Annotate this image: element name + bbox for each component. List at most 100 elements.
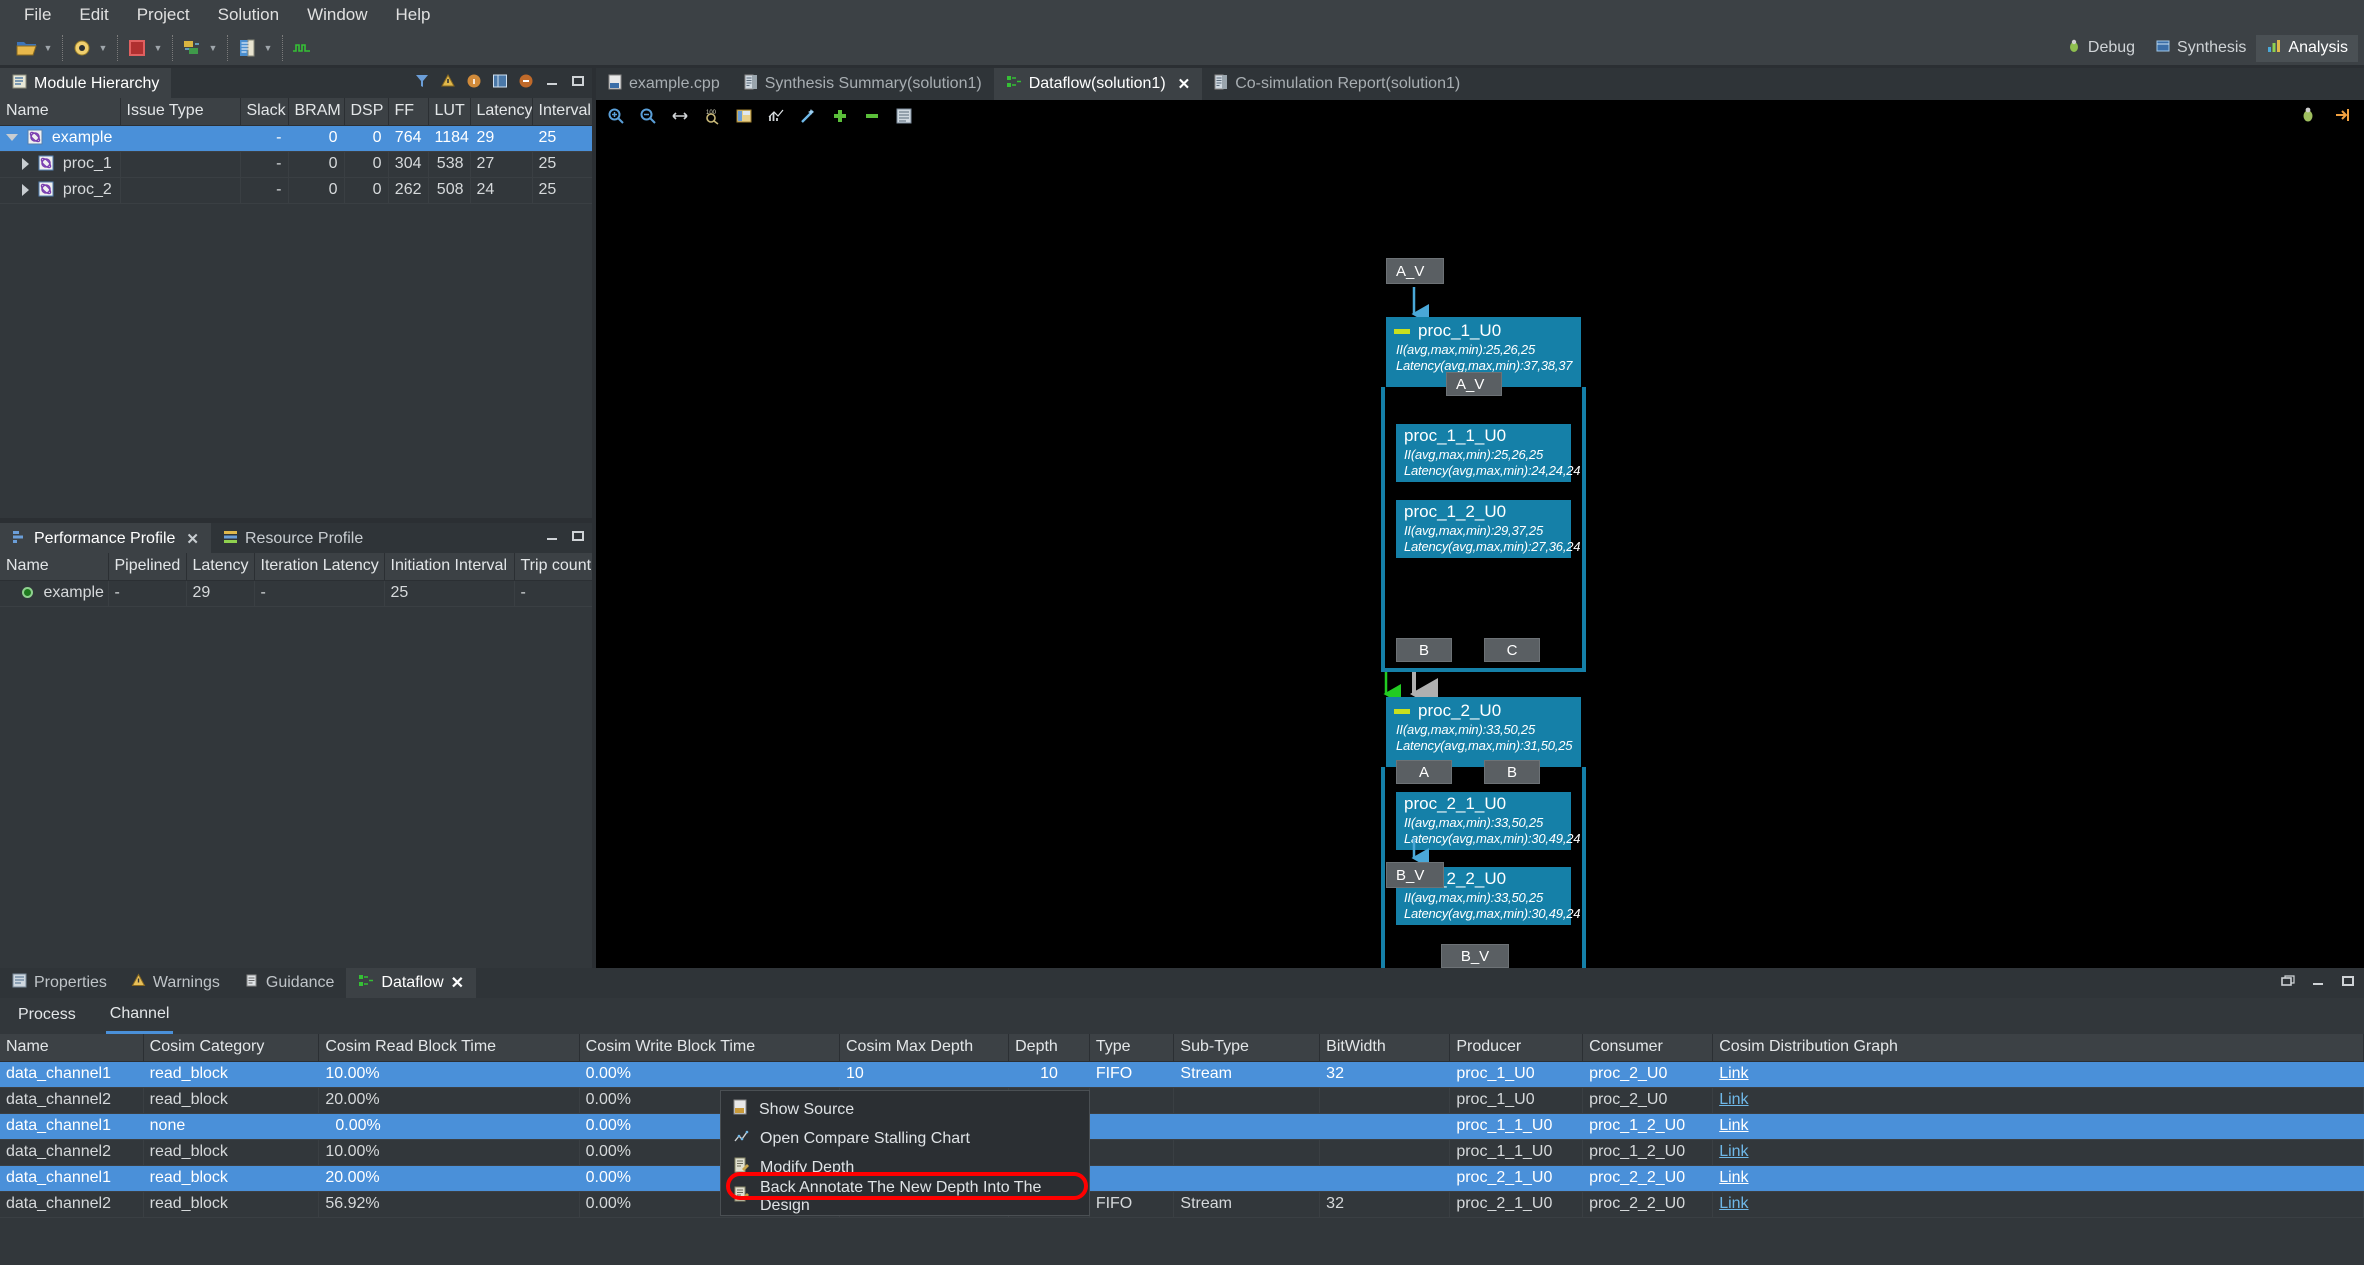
cell-name[interactable]: data_channel1 <box>0 1165 144 1192</box>
distribution-graph-link[interactable]: Link <box>1719 1169 1748 1186</box>
expand-arrow-icon[interactable] <box>22 183 29 196</box>
distribution-graph-link[interactable]: Link <box>1719 1117 1748 1134</box>
bug-icon[interactable] <box>2298 105 2318 125</box>
run-cosim-icon[interactable] <box>179 36 205 60</box>
cell-graph[interactable]: Link <box>1712 1061 2364 1088</box>
zoom-in-icon[interactable] <box>606 106 626 126</box>
cell-name[interactable]: data_channel2 <box>0 1087 144 1114</box>
col-issue-type[interactable]: Issue Type <box>120 98 241 126</box>
expand-arrow-icon[interactable] <box>6 134 18 142</box>
block-proc-2-u0[interactable]: proc_2_U0 II(avg,max,min):33,50,25 Laten… <box>1386 697 1581 767</box>
fit-width-icon[interactable] <box>670 106 690 126</box>
port-b-v-bottom[interactable]: B_V <box>1386 862 1444 888</box>
tab-warnings[interactable]: Warnings <box>119 968 232 998</box>
minimize-icon[interactable] <box>543 72 560 89</box>
port-b-inner-proc2[interactable]: B <box>1484 760 1540 784</box>
maximize-icon[interactable] <box>569 527 586 544</box>
context-menu-item-back-annotate-depth[interactable]: Back Annotate The New Depth Into The Des… <box>721 1179 1089 1214</box>
collapse-icon[interactable] <box>517 72 534 89</box>
port-a-inner-proc2[interactable]: A <box>1396 760 1452 784</box>
col-pipelined[interactable]: Pipelined <box>108 553 187 581</box>
close-icon[interactable]: ✕ <box>1178 75 1191 93</box>
run-csynthesis-icon[interactable] <box>69 36 95 60</box>
port-b-inner-proc1[interactable]: B <box>1396 638 1452 662</box>
close-icon[interactable]: ✕ <box>451 973 464 993</box>
cell-name[interactable]: proc_1 <box>0 151 121 178</box>
expand-all-icon[interactable] <box>830 106 850 126</box>
menu-item-solution[interactable]: Solution <box>204 3 293 27</box>
col-name[interactable]: Name <box>0 553 109 581</box>
port-a-v-top[interactable]: A_V <box>1386 258 1444 284</box>
col-dsp[interactable]: DSP <box>344 98 389 126</box>
col-slack[interactable]: Slack <box>240 98 289 126</box>
cell-name[interactable]: data_channel2 <box>0 1139 144 1166</box>
maximize-icon[interactable] <box>2340 973 2356 994</box>
col-interval[interactable]: Interval <box>532 98 592 126</box>
cell-graph[interactable]: Link <box>1712 1113 2364 1140</box>
info-icon[interactable] <box>465 72 482 89</box>
col-type[interactable]: Type <box>1089 1034 1175 1062</box>
port-b-v-inner[interactable]: B_V <box>1441 944 1509 968</box>
tab-dataflow-bottom[interactable]: Dataflow ✕ <box>346 968 477 998</box>
tab-dataflow[interactable]: Dataflow(solution1) ✕ <box>993 68 1203 100</box>
col-latency[interactable]: Latency <box>186 553 255 581</box>
menu-item-file[interactable]: File <box>10 3 65 27</box>
report-dropdown-icon[interactable]: ▼ <box>260 36 276 60</box>
col-sub-type[interactable]: Sub-Type <box>1173 1034 1321 1062</box>
table-row[interactable]: data_channel1 none 0.00% 0.00% 10 proc_1… <box>0 1113 2364 1140</box>
jump-icon[interactable] <box>2332 105 2352 125</box>
collapse-toggle-icon[interactable] <box>1394 708 1410 714</box>
collapse-all-icon[interactable] <box>862 106 882 126</box>
port-c-inner-proc1[interactable]: C <box>1484 638 1540 662</box>
col-cosim-write-block-time[interactable]: Cosim Write Block Time <box>579 1034 840 1062</box>
cell-graph[interactable]: Link <box>1712 1165 2364 1192</box>
table-row[interactable]: data_channel1 read_block 20.00% 0.00% 10… <box>0 1165 2364 1192</box>
col-cosim-category[interactable]: Cosim Category <box>143 1034 320 1062</box>
table-row[interactable]: proc_2 - 0 0 262 508 24 25 dataflow <box>0 177 592 204</box>
cell-name[interactable]: example <box>0 580 109 607</box>
expand-arrow-icon[interactable] <box>22 157 29 170</box>
perspective-synthesis[interactable]: Synthesis <box>2145 35 2256 62</box>
block-proc-1-2-u0[interactable]: proc_1_2_U0 II(avg,max,min):29,37,25 Lat… <box>1396 500 1580 558</box>
col-cosim-distribution-graph[interactable]: Cosim Distribution Graph <box>1712 1034 2364 1062</box>
cell-name[interactable]: data_channel1 <box>0 1113 144 1140</box>
cosim-dropdown-icon[interactable]: ▼ <box>205 36 221 60</box>
open-folder-icon[interactable] <box>14 36 40 60</box>
context-menu[interactable]: Show Source Open Compare Stalling Chart … <box>720 1090 1090 1216</box>
col-initiation-interval[interactable]: Initiation Interval <box>384 553 515 581</box>
cell-name[interactable]: data_channel2 <box>0 1191 144 1218</box>
tab-example-cpp[interactable]: example.cpp <box>596 68 732 100</box>
distribution-graph-link[interactable]: Link <box>1719 1195 1748 1212</box>
subtab-process[interactable]: Process <box>14 1000 80 1032</box>
tab-synthesis-summary[interactable]: Synthesis Summary(solution1) <box>732 68 994 100</box>
tab-cosim-report[interactable]: Co-simulation Report(solution1) <box>1202 68 1472 100</box>
open-folder-dropdown-icon[interactable]: ▼ <box>40 36 56 60</box>
port-a-v-inner[interactable]: A_V <box>1446 372 1502 396</box>
context-menu-item-open-compare-stalling-chart[interactable]: Open Compare Stalling Chart <box>721 1124 1089 1153</box>
minimize-icon[interactable] <box>543 527 560 544</box>
table-row[interactable]: example - 0 0 764 1184 29 25 dataflow <box>0 125 592 152</box>
table-row[interactable]: example - 29 - 25 - <box>0 580 592 607</box>
col-consumer[interactable]: Consumer <box>1582 1034 1714 1062</box>
cell-name[interactable]: data_channel1 <box>0 1061 144 1088</box>
tab-guidance[interactable]: Guidance <box>232 968 347 998</box>
layout-icon[interactable] <box>734 106 754 126</box>
list-icon[interactable] <box>894 106 914 126</box>
tab-properties[interactable]: Properties <box>0 968 119 998</box>
chart-icon[interactable] <box>766 106 786 126</box>
menu-item-edit[interactable]: Edit <box>65 3 122 27</box>
tab-performance-profile[interactable]: Performance Profile ✕ <box>0 523 211 553</box>
col-iteration-latency[interactable]: Iteration Latency <box>254 553 385 581</box>
table-row[interactable]: data_channel2 read_block 20.00% 0.00% 1 … <box>0 1087 2364 1114</box>
subtab-channel[interactable]: Channel <box>105 999 174 1034</box>
col-bitwidth[interactable]: BitWidth <box>1319 1034 1451 1062</box>
report-icon[interactable] <box>234 36 260 60</box>
tab-resource-profile[interactable]: Resource Profile <box>210 523 376 553</box>
menu-item-project[interactable]: Project <box>123 3 204 27</box>
col-name[interactable]: Name <box>0 1034 144 1062</box>
menu-item-help[interactable]: Help <box>382 3 445 27</box>
perspective-debug[interactable]: Debug <box>2056 35 2145 62</box>
table-row[interactable]: data_channel2 read_block 56.92% 0.00% 1 … <box>0 1191 2364 1218</box>
stop-dropdown-icon[interactable]: ▼ <box>150 36 166 60</box>
waveform-icon[interactable] <box>289 36 315 60</box>
